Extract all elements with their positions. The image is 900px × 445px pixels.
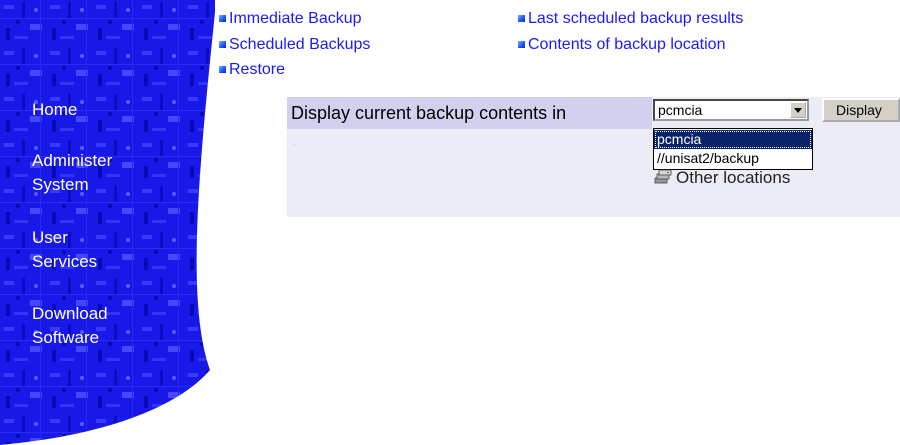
chevron-down-icon[interactable] (790, 102, 806, 118)
link-label: Last scheduled backup results (528, 10, 744, 27)
backup-location-dropdown[interactable]: pcmcia //unisat2/backup (653, 128, 813, 170)
display-button[interactable]: Display (822, 98, 900, 122)
nav-user-services[interactable]: User Services (32, 226, 97, 274)
select-current-value: pcmcia (658, 102, 703, 118)
sidebar-circuit-background (0, 0, 215, 445)
link-restore[interactable]: Restore (219, 60, 285, 80)
nav-home[interactable]: Home (32, 98, 77, 122)
link-immediate-backup[interactable]: Immediate Backup (219, 9, 362, 29)
nav-administer-system[interactable]: Administer System (32, 149, 112, 197)
panel-dash: - (292, 139, 296, 151)
link-scheduled-backups[interactable]: Scheduled Backups (219, 35, 370, 55)
link-contents-backup-location[interactable]: Contents of backup location (518, 35, 725, 55)
link-label: Scheduled Backups (229, 36, 371, 53)
bullet-icon (219, 66, 226, 73)
nav-download-software[interactable]: Download Software (32, 302, 108, 350)
other-locations-link[interactable]: Other locations (654, 168, 790, 188)
bullet-icon (219, 41, 226, 48)
bullet-icon (219, 15, 226, 22)
network-drives-icon (654, 169, 672, 184)
link-last-scheduled-results[interactable]: Last scheduled backup results (518, 9, 743, 29)
other-locations-label: Other locations (676, 168, 791, 187)
link-label: Immediate Backup (229, 10, 362, 27)
option-unisat2-backup[interactable]: //unisat2/backup (654, 149, 812, 168)
link-label: Restore (229, 61, 286, 78)
bullet-icon (518, 41, 525, 48)
option-pcmcia[interactable]: pcmcia (654, 130, 812, 149)
backup-location-label: Display current backup contents in (287, 97, 652, 129)
sidebar: Home Administer System User Services Dow… (0, 0, 215, 445)
backup-location-select[interactable]: pcmcia (653, 99, 809, 121)
link-label: Contents of backup location (528, 36, 726, 53)
bullet-icon (518, 15, 525, 22)
